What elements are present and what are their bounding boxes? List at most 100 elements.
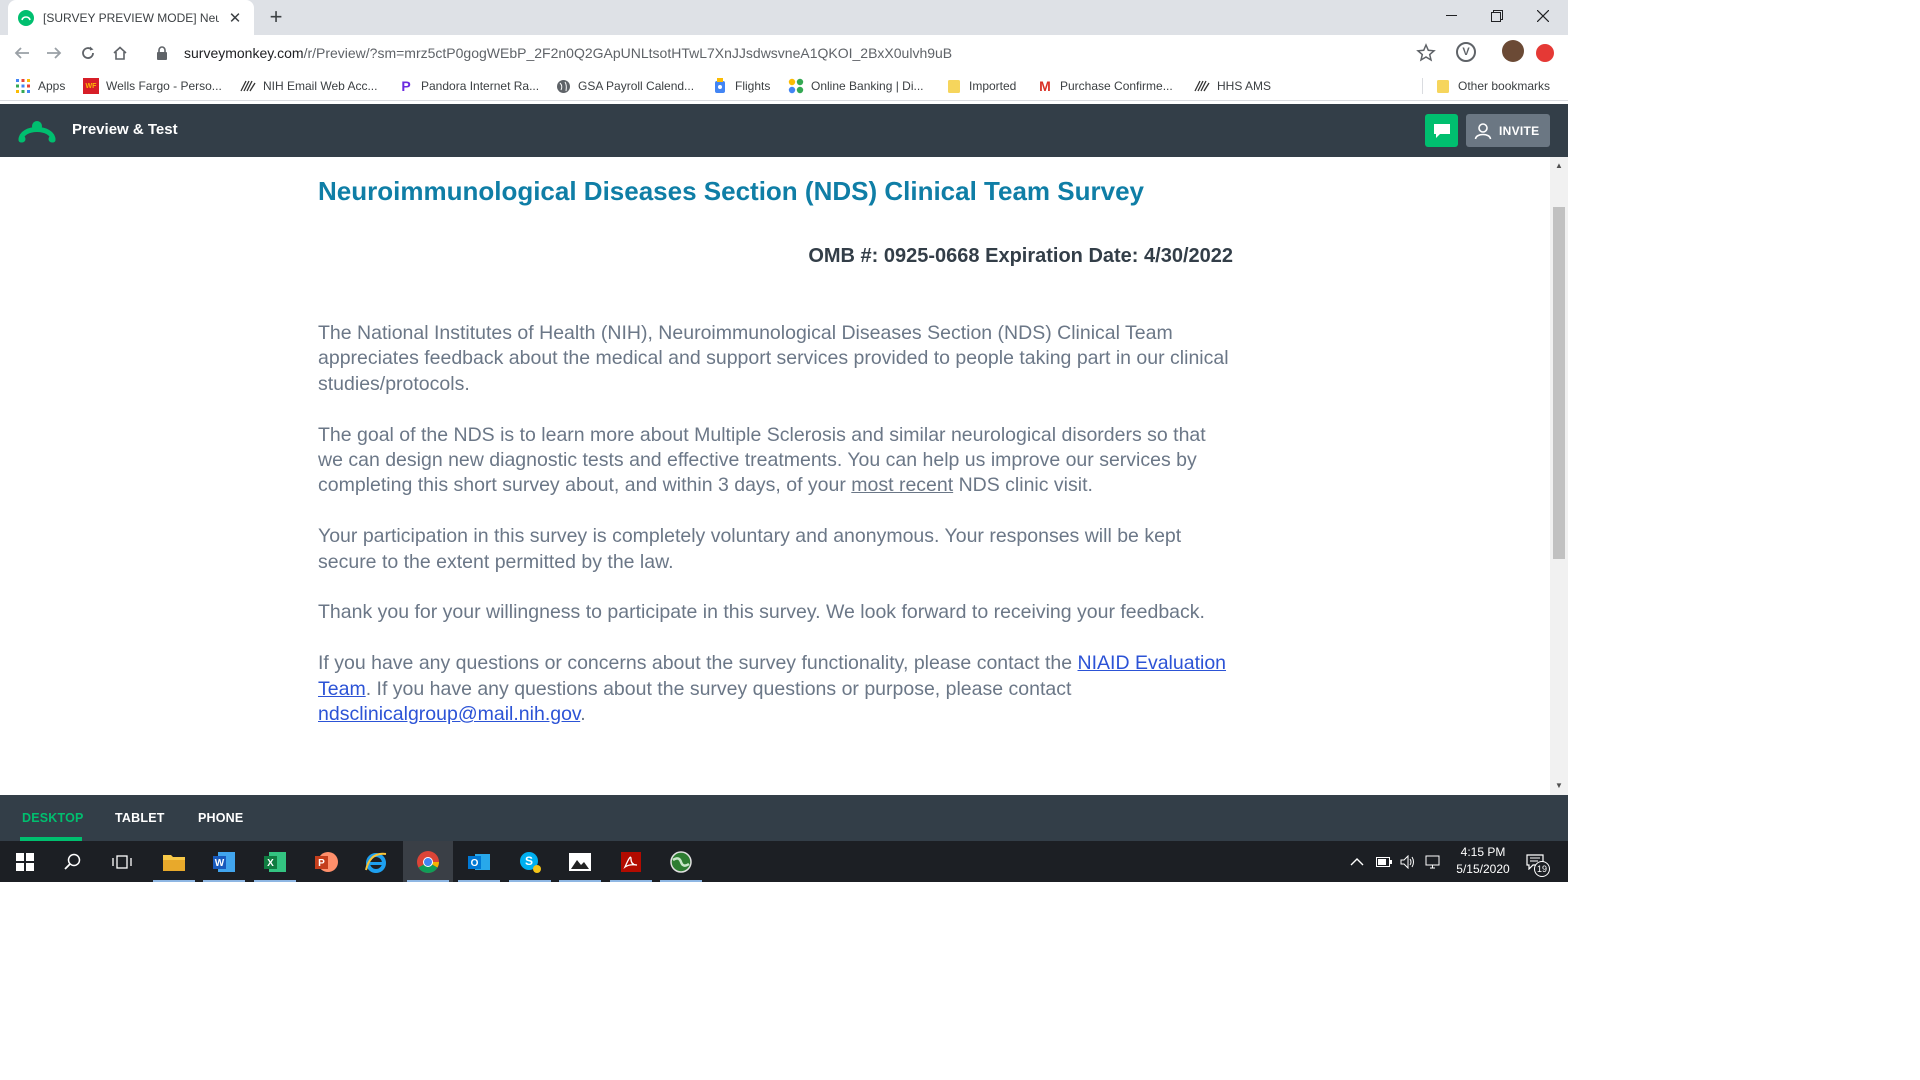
network-globe-icon[interactable] xyxy=(656,841,706,882)
feedback-chat-button[interactable] xyxy=(1425,114,1458,147)
tab-close-icon[interactable]: ✕ xyxy=(227,9,243,27)
bookmark-label: NIH Email Web Acc... xyxy=(263,79,378,93)
extension-v-icon[interactable]: V xyxy=(1456,42,1476,62)
volume-icon[interactable] xyxy=(1400,841,1416,882)
new-tab-button[interactable]: + xyxy=(264,5,288,29)
tab-phone[interactable]: PHONE xyxy=(198,811,243,825)
survey-title: Neuroimmunological Diseases Section (NDS… xyxy=(318,176,1144,206)
clock-date: 5/15/2020 xyxy=(1456,862,1510,876)
goal-paragraph: The goal of the NDS is to learn more abo… xyxy=(318,423,1233,499)
chat-bubble-icon xyxy=(1433,123,1450,138)
invite-button[interactable]: INVITE xyxy=(1466,114,1550,147)
svg-text:P: P xyxy=(318,858,325,869)
bookmark-label: Apps xyxy=(38,79,66,93)
task-view-icon[interactable] xyxy=(97,841,147,882)
surveymonkey-logo-icon[interactable] xyxy=(18,118,56,144)
survey-intro: The National Institutes of Health (NIH),… xyxy=(318,321,1233,753)
running-indicator xyxy=(509,880,551,882)
system-clock[interactable]: 4:15 PM 5/15/2020 xyxy=(1446,844,1520,878)
bookmark-label: Pandora Internet Ra... xyxy=(421,79,540,93)
window-close-icon[interactable] xyxy=(1520,0,1566,32)
banking-icon xyxy=(788,78,804,94)
bookmark-label: Online Banking | Di... xyxy=(811,79,924,93)
acrobat-icon[interactable] xyxy=(606,841,656,882)
bookmark-hhs-ams[interactable]: HHS AMS xyxy=(1194,76,1271,96)
running-indicator xyxy=(407,880,449,882)
browser-tab[interactable]: [SURVEY PREVIEW MODE] Neuro ✕ xyxy=(8,0,254,35)
word-icon[interactable]: W xyxy=(199,841,249,882)
url-path: /r/Preview/?sm=mrz5ctP0gogWEbP_2F2n0Q2GA… xyxy=(303,45,953,61)
show-hidden-icons-icon[interactable] xyxy=(1350,841,1364,882)
running-indicator xyxy=(203,880,245,882)
forward-arrow-icon[interactable] xyxy=(40,39,68,67)
svg-text:X: X xyxy=(267,858,274,869)
bookmark-wells-fargo[interactable]: WF Wells Fargo - Perso... xyxy=(83,76,222,96)
preview-header: Preview & Test INVITE xyxy=(0,104,1568,157)
bookmark-label: Flights xyxy=(735,79,771,93)
bookmark-apps[interactable]: Apps xyxy=(15,76,65,96)
powerpoint-icon[interactable]: P xyxy=(301,841,351,882)
pandora-icon: P xyxy=(401,78,411,94)
url-text: surveymonkey.com/r/Preview/?sm=mrz5ctP0g… xyxy=(184,45,952,61)
bookmark-gsa-payroll[interactable]: GSA Payroll Calend... xyxy=(555,76,694,96)
battery-icon[interactable] xyxy=(1376,841,1392,882)
running-indicator xyxy=(559,880,601,882)
contact-text-middle: . If you have any questions about the su… xyxy=(365,677,1072,700)
page-scrollbar[interactable]: ▲ ▼ xyxy=(1550,157,1568,795)
contact-text-end: . xyxy=(580,703,586,726)
notification-count-badge: 19 xyxy=(1534,861,1550,877)
back-arrow-icon[interactable] xyxy=(8,39,36,67)
scroll-thumb[interactable] xyxy=(1553,207,1565,559)
hhs-eagle-icon xyxy=(1194,78,1210,94)
outlook-icon[interactable]: O xyxy=(454,841,504,882)
minimize-icon[interactable] xyxy=(1428,0,1474,32)
network-icon[interactable] xyxy=(1425,841,1441,882)
bookmark-flights[interactable]: Flights xyxy=(712,76,770,96)
bookmark-purchase-confirmed[interactable]: M Purchase Confirme... xyxy=(1037,76,1173,96)
contact-text: If you have any questions or concerns ab… xyxy=(318,652,1078,675)
flights-icon xyxy=(712,78,728,94)
windows-start-icon[interactable] xyxy=(0,841,50,882)
folder-icon xyxy=(946,78,962,94)
bookmark-imported-folder[interactable]: Imported xyxy=(946,76,1016,96)
file-explorer-icon[interactable] xyxy=(149,841,199,882)
reload-icon[interactable] xyxy=(74,39,102,67)
address-bar[interactable]: surveymonkey.com/r/Preview/?sm=mrz5ctP0g… xyxy=(144,38,1444,68)
scroll-down-icon[interactable]: ▼ xyxy=(1554,781,1564,791)
bookmark-online-banking[interactable]: Online Banking | Di... xyxy=(788,76,924,96)
apps-grid-icon xyxy=(15,78,31,94)
gmail-icon: M xyxy=(1039,78,1051,94)
bookmark-label: Wells Fargo - Perso... xyxy=(106,79,222,93)
excel-icon[interactable]: X xyxy=(250,841,300,882)
update-alert-icon[interactable] xyxy=(1536,44,1554,62)
bookmark-pandora[interactable]: P Pandora Internet Ra... xyxy=(398,76,539,96)
skype-icon[interactable]: S xyxy=(505,841,555,882)
intro-paragraph: The National Institutes of Health (NIH),… xyxy=(318,322,1229,395)
invite-label: INVITE xyxy=(1499,123,1540,138)
hhs-eagle-icon xyxy=(240,78,256,94)
scroll-up-icon[interactable]: ▲ xyxy=(1554,161,1564,171)
profile-avatar[interactable] xyxy=(1502,40,1524,62)
bookmark-star-icon[interactable] xyxy=(1416,43,1436,63)
bookmark-nih-email[interactable]: NIH Email Web Acc... xyxy=(240,76,377,96)
bookmark-other-bookmarks[interactable]: Other bookmarks xyxy=(1435,76,1550,96)
omb-notice: OMB #: 0925-0668 Expiration Date: 4/30/2… xyxy=(808,245,1233,267)
tab-tablet[interactable]: TABLET xyxy=(115,811,165,825)
search-icon[interactable] xyxy=(48,841,98,882)
home-icon[interactable] xyxy=(106,39,134,67)
svg-text:S: S xyxy=(525,854,533,868)
bookmark-label: HHS AMS xyxy=(1217,79,1272,93)
svg-text:O: O xyxy=(471,858,479,869)
bookmark-label: Purchase Confirme... xyxy=(1060,79,1173,93)
browser-toolbar: surveymonkey.com/r/Preview/?sm=mrz5ctP0g… xyxy=(0,35,1568,70)
running-indicator xyxy=(610,880,652,882)
tab-desktop[interactable]: DESKTOP xyxy=(22,811,84,825)
restore-icon[interactable] xyxy=(1474,0,1520,32)
chrome-icon[interactable] xyxy=(403,841,453,882)
photos-icon[interactable] xyxy=(555,841,605,882)
svg-text:W: W xyxy=(215,858,225,869)
browser-tabstrip: [SURVEY PREVIEW MODE] Neuro ✕ + xyxy=(0,0,1568,35)
internet-explorer-icon[interactable] xyxy=(351,841,401,882)
nds-email-link[interactable]: ndsclinicalgroup@mail.nih.gov xyxy=(318,703,580,725)
survey-page: Neuroimmunological Diseases Section (NDS… xyxy=(0,157,1550,795)
